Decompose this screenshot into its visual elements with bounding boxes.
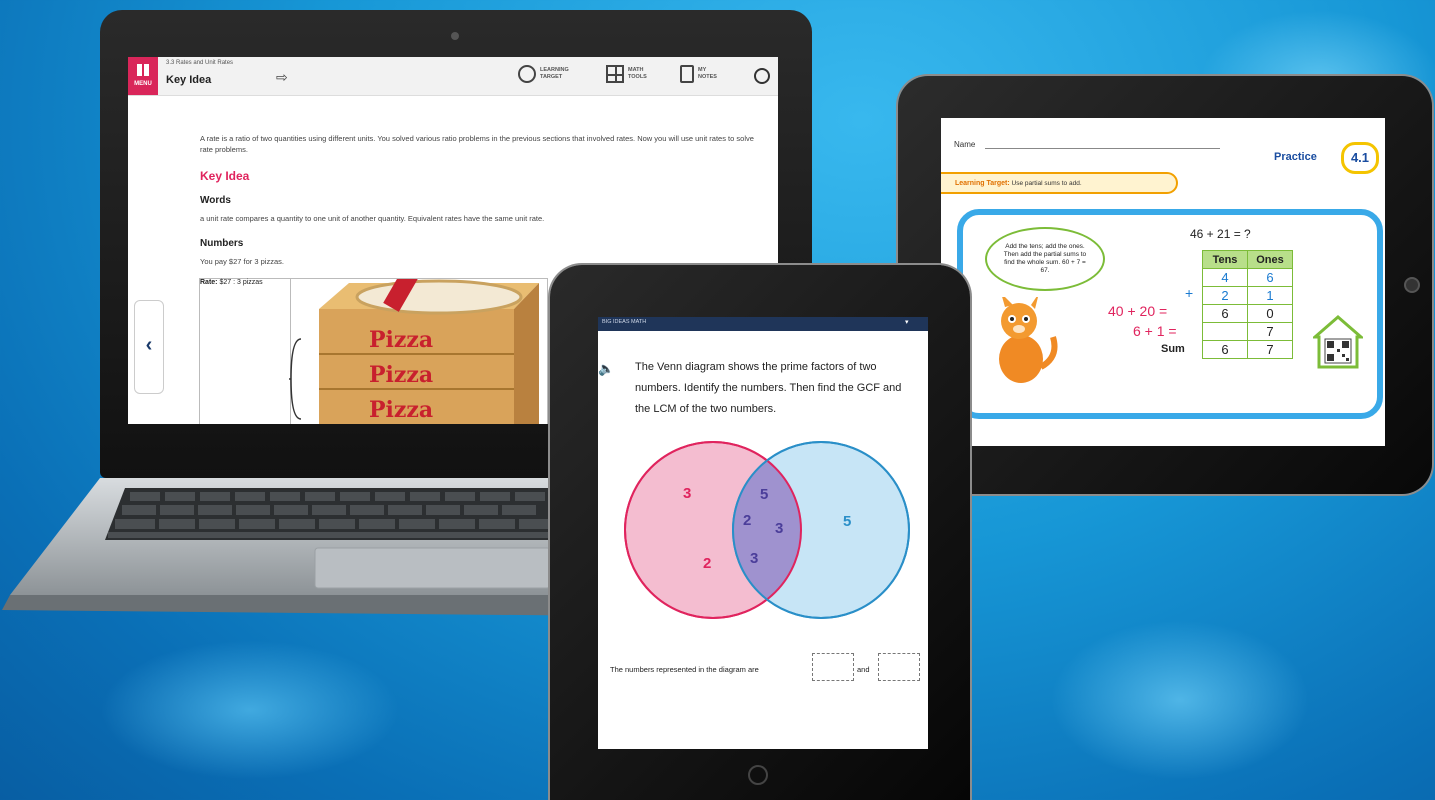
lesson-badge: 4.1 (1341, 142, 1379, 174)
key-idea-heading: Key Idea (200, 169, 250, 183)
equation: 46 + 21 = ? (1190, 227, 1251, 241)
name-label: Name (954, 140, 976, 149)
partial-tens: 40 + 20 = (1108, 303, 1168, 319)
venn-shared-value: 5 (760, 486, 768, 503)
math-tools-button[interactable]: MATH TOOLS (606, 65, 647, 83)
app-header: BIG IDEAS MATH ▾ (598, 317, 928, 331)
question-text: The Venn diagram shows the prime factors… (635, 361, 902, 415)
learning-target-banner: Learning Target: Use partial sums to add… (941, 172, 1178, 194)
venn-diagram: 3 2 5 2 3 3 5 (624, 441, 910, 619)
pizza-box-image: Pizza Pizza Pizza (285, 268, 539, 424)
venn-left-value: 2 (703, 555, 711, 572)
menu-button[interactable]: MENU (128, 57, 158, 95)
user-icon[interactable] (754, 68, 770, 84)
venn-right-value: 5 (843, 513, 851, 530)
answer-prompt: The numbers represented in the diagram a… (610, 665, 759, 674)
table-header: Ones (1247, 250, 1293, 269)
menu-label: MENU (134, 81, 152, 87)
venn-shared-value: 3 (775, 520, 783, 537)
home-button (1404, 277, 1420, 293)
share-icon[interactable]: ⇨ (276, 69, 288, 86)
place-value-table: Tens Ones 46 21 60 7 67 (1202, 250, 1293, 359)
practice-label: Practice (1274, 151, 1317, 163)
tool-label: MATH (628, 67, 644, 73)
words-heading: Words (200, 195, 231, 206)
pizza-illustration: Pizza Pizza Pizza (285, 268, 548, 424)
notes-icon (680, 65, 694, 83)
page-title: Key Idea (166, 74, 212, 86)
tool-label: TOOLS (628, 74, 647, 80)
home-button[interactable] (748, 765, 768, 785)
background-glow (1050, 620, 1310, 780)
tool-label: LEARNING (540, 67, 569, 73)
webcam (451, 32, 459, 40)
tool-label: NOTES (698, 74, 717, 80)
speaker-icon[interactable]: 🔈 (598, 361, 614, 377)
learning-target-text: Use partial sums to add. (1011, 180, 1082, 187)
pizza-label: Pizza (369, 327, 433, 353)
table-cell: 6 (1202, 340, 1248, 359)
qr-code-icon (1313, 315, 1363, 369)
words-text: a unit rate compares a quantity to one u… (200, 214, 545, 223)
intro-text: A rate is a ratio of two quantities usin… (200, 134, 754, 154)
table-cell: 6 (1247, 268, 1293, 287)
table-cell (1202, 322, 1248, 341)
venn-left-value: 3 (683, 485, 691, 502)
learning-target-button[interactable]: LEARNING TARGET (518, 65, 569, 83)
table-cell: 7 (1247, 340, 1293, 359)
background-glow (100, 640, 400, 780)
section-label: 3.3 Rates and Unit Rates (166, 60, 234, 66)
table-cell: 4 (1202, 268, 1248, 287)
and-label: and (857, 665, 870, 674)
table-cell: 6 (1202, 304, 1248, 323)
app-header-label: BIG IDEAS MATH (602, 319, 647, 325)
venn-tablet-screen: BIG IDEAS MATH ▾ 🔈 The Venn diagram show… (598, 317, 928, 749)
name-line (985, 148, 1220, 149)
rate-box: Rate: $27 : 3 pizzas (199, 278, 291, 424)
numbers-text: You pay $27 for 3 pizzas. (200, 257, 284, 266)
learning-target-label: Learning Target: (955, 180, 1010, 187)
chevron-down-icon[interactable]: ▾ (905, 318, 909, 326)
table-cell: 0 (1247, 304, 1293, 323)
answer-input-2[interactable] (878, 653, 920, 681)
tool-label: MY (698, 67, 707, 73)
venn-shared-value: 2 (743, 512, 751, 529)
example-panel: Add the tens; add the ones. Then add the… (957, 209, 1383, 419)
my-notes-button[interactable]: MY NOTES (680, 65, 717, 83)
table-cell: 2 (1202, 286, 1248, 305)
top-bar: MENU 3.3 Rates and Unit Rates Key Idea ⇨… (128, 57, 778, 96)
numbers-heading: Numbers (200, 238, 244, 249)
thought-bubble: Add the tens; add the ones. Then add the… (985, 227, 1105, 291)
rate-value: $27 : 3 pizzas (219, 279, 263, 286)
previous-page-button[interactable]: ‹ (134, 300, 164, 394)
sum-label: Sum (1161, 343, 1185, 355)
practice-tablet-screen: Name Practice 4.1 Learning Target: Use p… (941, 118, 1385, 446)
table-cell: 7 (1247, 322, 1293, 341)
table-header: Tens (1202, 250, 1248, 269)
grid-icon (606, 65, 624, 83)
pizza-label: Pizza (369, 397, 433, 423)
book-icon (137, 64, 149, 76)
partial-ones: 6 + 1 = (1133, 323, 1177, 339)
pizza-label: Pizza (369, 362, 433, 388)
tool-label: TARGET (540, 74, 563, 80)
rate-label: Rate: (200, 279, 218, 286)
chevron-left-icon: ‹ (145, 334, 153, 356)
answer-input-1[interactable] (812, 653, 854, 681)
venn-shared-value: 3 (750, 550, 758, 567)
plus-sign: + (1185, 285, 1194, 301)
cat-mascot-icon (999, 297, 1058, 383)
target-icon (518, 65, 536, 83)
table-cell: 1 (1247, 286, 1293, 305)
